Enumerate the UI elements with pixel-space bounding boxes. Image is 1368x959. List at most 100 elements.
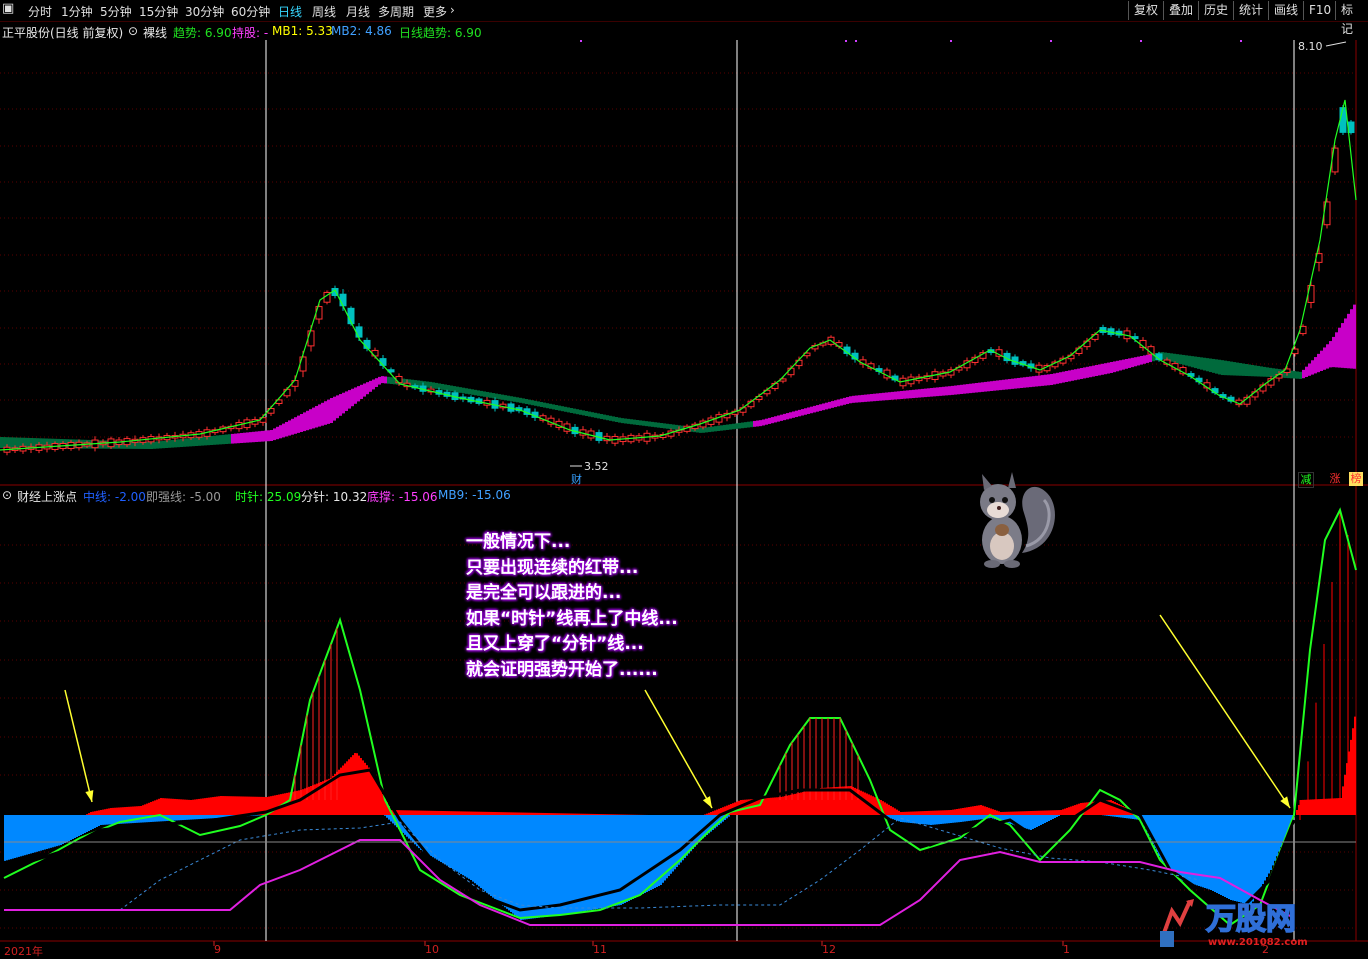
blue-band-bar — [390, 815, 392, 822]
red-band-bar — [156, 800, 158, 815]
red-band-bar — [594, 814, 596, 815]
blue-band-bar — [910, 815, 912, 823]
band-segment — [1314, 357, 1317, 373]
band-segment — [900, 391, 903, 399]
blue-band-bar — [662, 815, 664, 883]
red-band-bar — [526, 813, 528, 815]
blue-band-bar — [94, 815, 96, 828]
red-band-bar — [874, 797, 876, 815]
blue-band-bar — [70, 815, 72, 840]
blue-band-bar — [480, 815, 482, 888]
blue-band-bar — [1278, 815, 1280, 852]
red-band-bar — [1342, 786, 1344, 815]
blue-band-bar — [20, 815, 22, 856]
band-segment — [225, 435, 228, 445]
red-band-bar — [460, 811, 462, 815]
band-segment — [477, 390, 480, 395]
blue-band-bar — [950, 815, 952, 823]
red-band-bar — [928, 811, 930, 815]
band-segment — [486, 392, 489, 397]
side-button-jian[interactable]: 减 — [1298, 472, 1314, 488]
band-segment — [558, 406, 561, 411]
event-dot — [845, 40, 847, 42]
band-segment — [645, 421, 648, 426]
blue-band-bar — [506, 815, 508, 909]
blue-band-bar — [924, 815, 926, 824]
finance-marker[interactable]: 财 — [571, 471, 582, 487]
blue-band-bar — [460, 815, 462, 874]
band-segment — [1206, 358, 1209, 371]
blue-band-bar — [584, 815, 586, 911]
chart-canvas[interactable] — [0, 0, 1368, 958]
blue-band-bar — [580, 815, 582, 912]
band-segment — [657, 423, 660, 428]
blue-band-bar — [948, 815, 950, 823]
blue-band-bar — [642, 815, 644, 894]
blue-band-bar — [108, 815, 110, 825]
blue-band-bar — [182, 815, 184, 820]
band-segment — [879, 393, 882, 401]
red-band-bar — [706, 814, 708, 815]
band-segment — [480, 391, 483, 396]
band-segment — [720, 425, 723, 430]
red-band-bar — [540, 813, 542, 815]
red-band-bar — [462, 811, 464, 815]
red-band-bar — [410, 810, 412, 815]
x-axis-label: 11 — [593, 943, 607, 956]
red-band-bar — [468, 812, 470, 815]
band-segment — [1200, 357, 1203, 369]
band-segment — [1197, 357, 1200, 369]
side-button-bang[interactable]: 榜 — [1349, 472, 1363, 486]
blue-band-bar — [1166, 815, 1168, 866]
red-band-bar — [126, 807, 128, 815]
blue-band-bar — [1180, 815, 1182, 880]
blue-band-bar — [1034, 815, 1036, 828]
red-band-bar — [366, 765, 368, 815]
band-segment — [282, 424, 285, 438]
blue-band-bar — [534, 815, 536, 918]
blue-band-bar — [110, 815, 112, 824]
band-segment — [864, 395, 867, 402]
side-button-zhang[interactable]: 涨 — [1328, 472, 1342, 486]
red-band-bar — [242, 796, 244, 815]
band-segment — [243, 433, 246, 443]
band-segment — [615, 417, 618, 422]
blue-band-bar — [198, 815, 200, 819]
red-band-bar — [508, 812, 510, 815]
blue-band-bar — [504, 815, 506, 907]
blue-band-bar — [894, 815, 896, 820]
blue-band-bar — [106, 815, 108, 825]
red-band-bar — [278, 795, 280, 815]
red-band-bar — [1302, 800, 1304, 815]
band-segment — [522, 398, 525, 403]
band-segment — [870, 394, 873, 401]
band-segment — [939, 387, 942, 396]
band-segment — [924, 389, 927, 397]
band-segment — [297, 416, 300, 433]
red-band-bar — [794, 794, 796, 815]
band-segment — [585, 411, 588, 416]
red-band-bar — [214, 797, 216, 815]
red-band-bar — [92, 812, 94, 815]
blue-band-bar — [508, 815, 510, 910]
red-band-bar — [1332, 798, 1334, 815]
red-band-bar — [1066, 808, 1068, 815]
band-segment — [828, 402, 831, 409]
red-band-bar — [198, 799, 200, 815]
band-segment — [795, 411, 798, 417]
red-band-bar — [124, 807, 126, 815]
band-segment — [1242, 364, 1245, 376]
band-segment — [1323, 347, 1326, 369]
blue-band-bar — [1108, 815, 1110, 816]
red-band-bar — [944, 810, 946, 815]
blue-band-bar — [904, 815, 906, 822]
red-band-bar — [948, 810, 950, 815]
blue-band-bar — [1114, 815, 1116, 817]
red-band-bar — [1032, 811, 1034, 815]
red-band-bar — [564, 813, 566, 815]
candlestick-series — [4, 105, 1354, 455]
blue-band-bar — [530, 815, 532, 919]
band-segment — [633, 420, 636, 425]
x-axis-label: 12 — [822, 943, 836, 956]
blue-band-bar — [1110, 815, 1112, 816]
